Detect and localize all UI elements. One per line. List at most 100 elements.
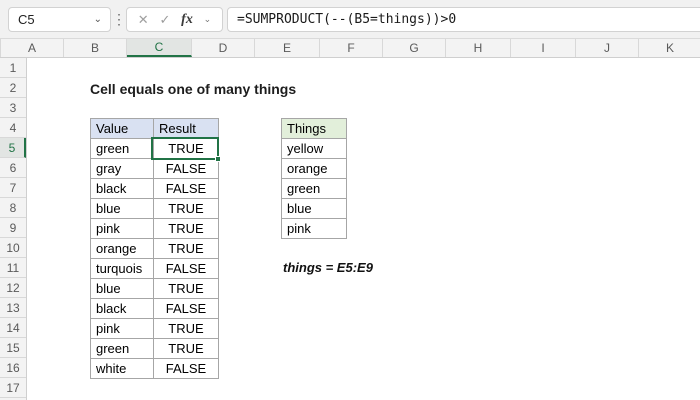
enter-icon[interactable]: ✓	[159, 12, 170, 28]
things-cell[interactable]: green	[281, 178, 347, 199]
row-header-6[interactable]: 6	[0, 158, 26, 178]
drag-handle-dots-icon: ⋮	[112, 11, 126, 27]
table-header-row: Value Result	[90, 118, 219, 139]
column-headers: ABCDEFGHIJK	[0, 38, 700, 58]
result-cell[interactable]: TRUE	[153, 138, 219, 159]
chevron-down-icon[interactable]: ⌄	[204, 14, 212, 25]
things-cell[interactable]: orange	[281, 158, 347, 179]
value-cell[interactable]: green	[90, 338, 154, 359]
things-cell[interactable]: yellow	[281, 138, 347, 159]
row-header-10[interactable]: 10	[0, 238, 26, 258]
value-cell[interactable]: pink	[90, 318, 154, 339]
result-cell[interactable]: FALSE	[153, 258, 219, 279]
row-headers: 1 2 3 4 5 6 7 8 9 10 11 12 13 14 15 16 17	[0, 58, 27, 400]
table-row: blue TRUE	[90, 198, 219, 219]
table-row: blue TRUE	[90, 278, 219, 299]
table-row: orange	[281, 158, 347, 179]
row-header-4[interactable]: 4	[0, 118, 26, 138]
table-row: pink TRUE	[90, 218, 219, 239]
table-row: black FALSE	[90, 298, 219, 319]
result-cell[interactable]: FALSE	[153, 298, 219, 319]
result-cell[interactable]: TRUE	[153, 218, 219, 239]
result-cell[interactable]: TRUE	[153, 198, 219, 219]
column-header-B[interactable]: B	[64, 39, 127, 57]
result-cell[interactable]: FALSE	[153, 158, 219, 179]
column-header-D[interactable]: D	[192, 39, 255, 57]
column-header-G[interactable]: G	[383, 39, 446, 57]
table-row: pink TRUE	[90, 318, 219, 339]
row-header-1[interactable]: 1	[0, 58, 26, 78]
table-row: yellow	[281, 138, 347, 159]
excel-window: C5 ⌄ ⋮ ✕ ✓ fx ⌄ =SUMPRODUCT(--(B5=things…	[0, 0, 700, 400]
value-cell[interactable]: blue	[90, 198, 154, 219]
formula-bar: C5 ⌄ ⋮ ✕ ✓ fx ⌄ =SUMPRODUCT(--(B5=things…	[0, 0, 700, 38]
row-header-2[interactable]: 2	[0, 78, 26, 98]
formula-buttons: ✕ ✓ fx ⌄	[126, 7, 223, 32]
table-row: gray FALSE	[90, 158, 219, 179]
insert-function-icon[interactable]: fx	[181, 12, 193, 28]
column-header-I[interactable]: I	[511, 39, 576, 57]
result-column-header[interactable]: Result	[153, 118, 219, 139]
result-cell[interactable]: TRUE	[153, 338, 219, 359]
row-header-17[interactable]: 17	[0, 378, 26, 398]
row-header-14[interactable]: 14	[0, 318, 26, 338]
value-result-table: Value Result green TRUE gray FALSE black FALS…	[90, 118, 219, 379]
row-header-16[interactable]: 16	[0, 358, 26, 378]
things-table: Things yellow orange green blue pink	[281, 118, 347, 239]
table-row: pink	[281, 218, 347, 239]
value-cell[interactable]: orange	[90, 238, 154, 259]
result-cell[interactable]: TRUE	[153, 278, 219, 299]
named-range-note: things = E5:E9	[283, 260, 373, 275]
table-row: green TRUE	[90, 338, 219, 359]
formula-text: =SUMPRODUCT(--(B5=things))>0	[237, 12, 457, 27]
row-header-11[interactable]: 11	[0, 258, 26, 278]
table-row: orange TRUE	[90, 238, 219, 259]
result-cell[interactable]: TRUE	[153, 238, 219, 259]
value-cell[interactable]: turquois	[90, 258, 154, 279]
column-header-K[interactable]: K	[639, 39, 700, 57]
select-all-button[interactable]	[0, 39, 1, 57]
table-row: blue	[281, 198, 347, 219]
sheet-canvas: Cell equals one of many things Value Res…	[27, 58, 700, 400]
chevron-down-icon[interactable]: ⌄	[94, 14, 110, 25]
things-cell[interactable]: pink	[281, 218, 347, 239]
row-header-3[interactable]: 3	[0, 98, 26, 118]
result-cell[interactable]: FALSE	[153, 358, 219, 379]
value-cell[interactable]: pink	[90, 218, 154, 239]
things-column-header[interactable]: Things	[281, 118, 347, 139]
value-cell[interactable]: green	[90, 138, 154, 159]
row-header-7[interactable]: 7	[0, 178, 26, 198]
cancel-icon[interactable]: ✕	[138, 12, 149, 28]
value-column-header[interactable]: Value	[90, 118, 154, 139]
value-cell[interactable]: white	[90, 358, 154, 379]
row-header-15[interactable]: 15	[0, 338, 26, 358]
table-row: green TRUE	[90, 138, 219, 159]
row-header-13[interactable]: 13	[0, 298, 26, 318]
result-cell[interactable]: FALSE	[153, 178, 219, 199]
name-box-value: C5	[18, 12, 35, 27]
column-header-H[interactable]: H	[446, 39, 511, 57]
result-cell[interactable]: TRUE	[153, 318, 219, 339]
things-cell[interactable]: blue	[281, 198, 347, 219]
column-header-J[interactable]: J	[576, 39, 639, 57]
table-header-row: Things	[281, 118, 347, 139]
value-cell[interactable]: gray	[90, 158, 154, 179]
row-header-9[interactable]: 9	[0, 218, 26, 238]
column-header-E[interactable]: E	[255, 39, 320, 57]
table-row: turquois FALSE	[90, 258, 219, 279]
name-box[interactable]: C5 ⌄	[8, 7, 111, 32]
row-header-8[interactable]: 8	[0, 198, 26, 218]
value-cell[interactable]: black	[90, 298, 154, 319]
value-cell[interactable]: black	[90, 178, 154, 199]
column-header-F[interactable]: F	[320, 39, 383, 57]
row-header-5[interactable]: 5	[0, 138, 26, 158]
table-row: white FALSE	[90, 358, 219, 379]
column-header-C[interactable]: C	[127, 39, 192, 57]
column-header-A[interactable]: A	[1, 39, 64, 57]
formula-input[interactable]: =SUMPRODUCT(--(B5=things))>0	[227, 7, 700, 32]
table-row: green	[281, 178, 347, 199]
sheet-title: Cell equals one of many things	[90, 81, 297, 97]
row-header-12[interactable]: 12	[0, 278, 26, 298]
table-row: black FALSE	[90, 178, 219, 199]
value-cell[interactable]: blue	[90, 278, 154, 299]
